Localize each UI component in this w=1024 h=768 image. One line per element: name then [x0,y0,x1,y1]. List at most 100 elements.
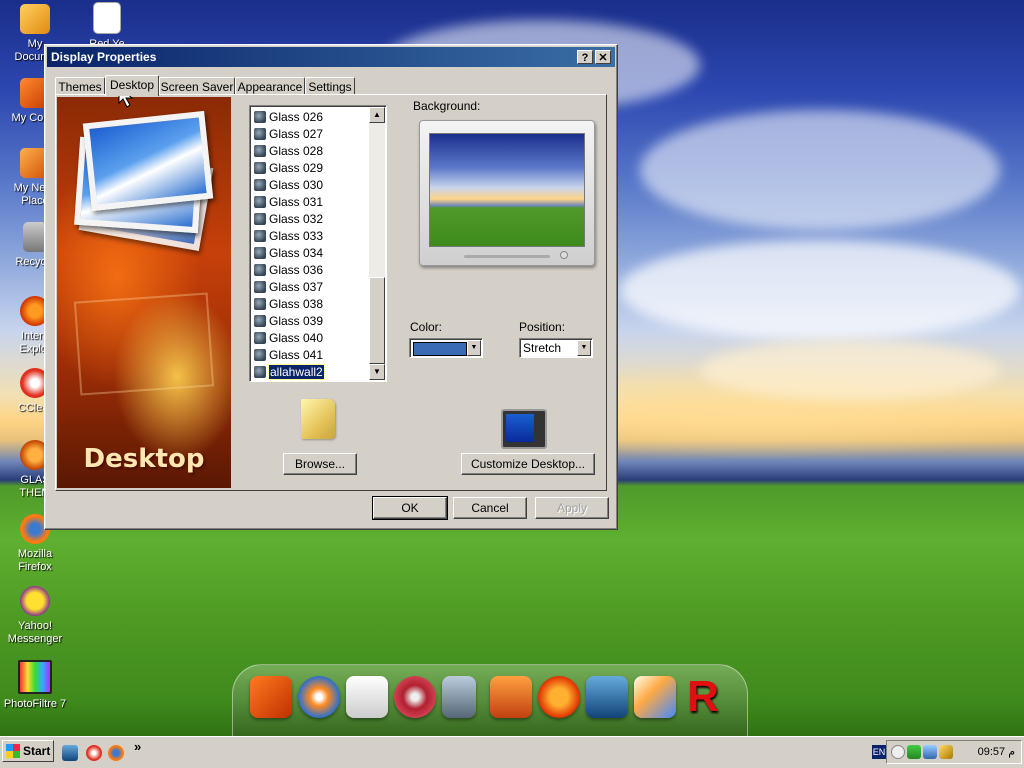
smiley-icon[interactable] [891,745,905,759]
display-icon[interactable] [586,676,628,718]
quicklaunch-chevron[interactable]: » [134,739,141,754]
cloud [640,110,1000,230]
help-button[interactable]: ? [577,50,593,64]
image-file-icon [254,247,266,259]
network-monitor-icon[interactable] [923,745,937,759]
desktop-icon-label: PhotoFiltre 7 [3,698,67,710]
recycle-bin-icon[interactable] [442,676,476,718]
background-list-item[interactable]: Glass 029 [254,160,323,177]
background-item-label: Glass 031 [269,195,324,209]
cancel-button[interactable]: Cancel [453,497,527,519]
folder-presentation-icon[interactable] [250,676,292,718]
background-list-item[interactable]: Glass 040 [254,330,323,347]
dvd-icon[interactable] [394,676,436,718]
document-icon [93,2,121,34]
position-select[interactable]: Stretch ▼ [519,338,593,358]
cloud [700,340,1000,400]
background-list-item[interactable]: Glass 034 [254,245,323,262]
background-list-item[interactable]: Glass 030 [254,177,323,194]
browse-button[interactable]: Browse... [283,453,357,475]
background-list-item[interactable]: Glass 037 [254,279,323,296]
image-file-icon [254,230,266,242]
start-button[interactable]: Start [2,740,54,762]
start-label: Start [23,744,51,758]
background-list-item[interactable]: allahwall2 [254,364,325,381]
monitor-preview [419,120,595,266]
faded-frame [73,292,215,396]
internet-explorer-icon[interactable] [538,676,580,718]
scrollbar[interactable]: ▲ ▼ [369,107,385,380]
monitor-power-led [560,251,568,259]
background-item-label: Glass 028 [269,144,324,158]
tab-desktop[interactable]: Desktop [105,75,159,96]
image-file-icon [254,145,266,157]
tab-appearance[interactable]: Appearance [235,77,305,95]
flash-drive-icon[interactable] [346,676,388,718]
background-list-item[interactable]: Glass 033 [254,228,323,245]
browser-icon[interactable] [86,745,102,761]
background-item-label: Glass 036 [269,263,324,277]
background-item-label: Glass 040 [269,331,324,345]
background-list-item[interactable]: Glass 026 [254,109,323,126]
apply-button[interactable]: Apply [535,497,609,519]
photofiltre-icon [18,660,52,694]
tab-screen-saver[interactable]: Screen Saver [159,77,235,95]
title-bar[interactable]: Display Properties ? ✕ [47,47,615,67]
background-item-label: Glass 026 [269,110,324,124]
show-desktop-icon[interactable] [62,745,78,761]
display-properties-window: Display Properties ? ✕ Themes Desktop Sc… [44,44,618,530]
background-item-label: Glass 039 [269,314,324,328]
customize-desktop-button[interactable]: Customize Desktop... [461,453,595,475]
color-picker[interactable]: ▼ [409,338,483,358]
tools-icon[interactable] [939,745,953,759]
ok-button[interactable]: OK [372,496,448,520]
scroll-up-button[interactable]: ▲ [369,107,385,123]
background-item-label: Glass 037 [269,280,324,294]
background-item-label: Glass 033 [269,229,324,243]
image-file-icon [254,213,266,225]
background-item-label: Glass 027 [269,127,324,141]
desktop-icon-photofiltre[interactable]: PhotoFiltre 7 [0,660,70,711]
tab-themes[interactable]: Themes [55,77,105,95]
background-list-item[interactable]: Glass 032 [254,211,323,228]
system-tray: 09:57 م [886,740,1022,764]
firefox-icon[interactable] [108,745,124,761]
clock: 09:57 م [977,746,1015,758]
background-list-item[interactable]: Glass 036 [254,262,323,279]
my-documents-icon [20,4,50,34]
background-list-item[interactable]: Glass 038 [254,296,323,313]
background-list-item[interactable]: Glass 027 [254,126,323,143]
background-list[interactable]: Glass 026 Glass 027 Glass 028 Glass 029 Glas… [249,105,387,382]
tab-settings[interactable]: Settings [305,77,355,95]
image-file-icon [254,264,266,276]
desktop-icon-label: Yahoo! Messenger [7,620,63,645]
image-file-icon [254,349,266,361]
chevron-down-icon: ▼ [577,340,591,356]
windows-orb-icon[interactable] [298,676,340,718]
position-value: Stretch [523,341,562,355]
background-item-label: Glass 032 [269,212,324,226]
scroll-down-button[interactable]: ▼ [369,364,385,380]
scroll-thumb[interactable] [369,277,385,364]
security-shield-icon[interactable] [907,745,921,759]
r-app-icon[interactable]: R [682,675,724,719]
background-list-item[interactable]: Glass 028 [254,143,323,160]
desktop-icon-yahoo-messenger[interactable]: Yahoo! Messenger [0,586,70,646]
paint-icon[interactable] [634,676,676,718]
background-list-item[interactable]: Glass 041 [254,347,323,364]
screensaver-icon[interactable] [490,676,532,718]
close-button[interactable]: ✕ [595,50,611,64]
windows-flag-icon [6,744,20,758]
image-file-icon [254,179,266,191]
window-title: Display Properties [51,50,157,64]
image-file-icon [254,196,266,208]
background-list-item[interactable]: Glass 039 [254,313,323,330]
image-file-icon [254,315,266,327]
background-item-label: allahwall2 [268,364,325,380]
promo-label: Desktop [83,444,205,474]
background-item-label: Glass 038 [269,297,324,311]
background-list-item[interactable]: Glass 031 [254,194,323,211]
position-label: Position: [519,320,566,334]
monitor-icon [501,409,547,449]
language-indicator[interactable]: EN [872,745,886,759]
